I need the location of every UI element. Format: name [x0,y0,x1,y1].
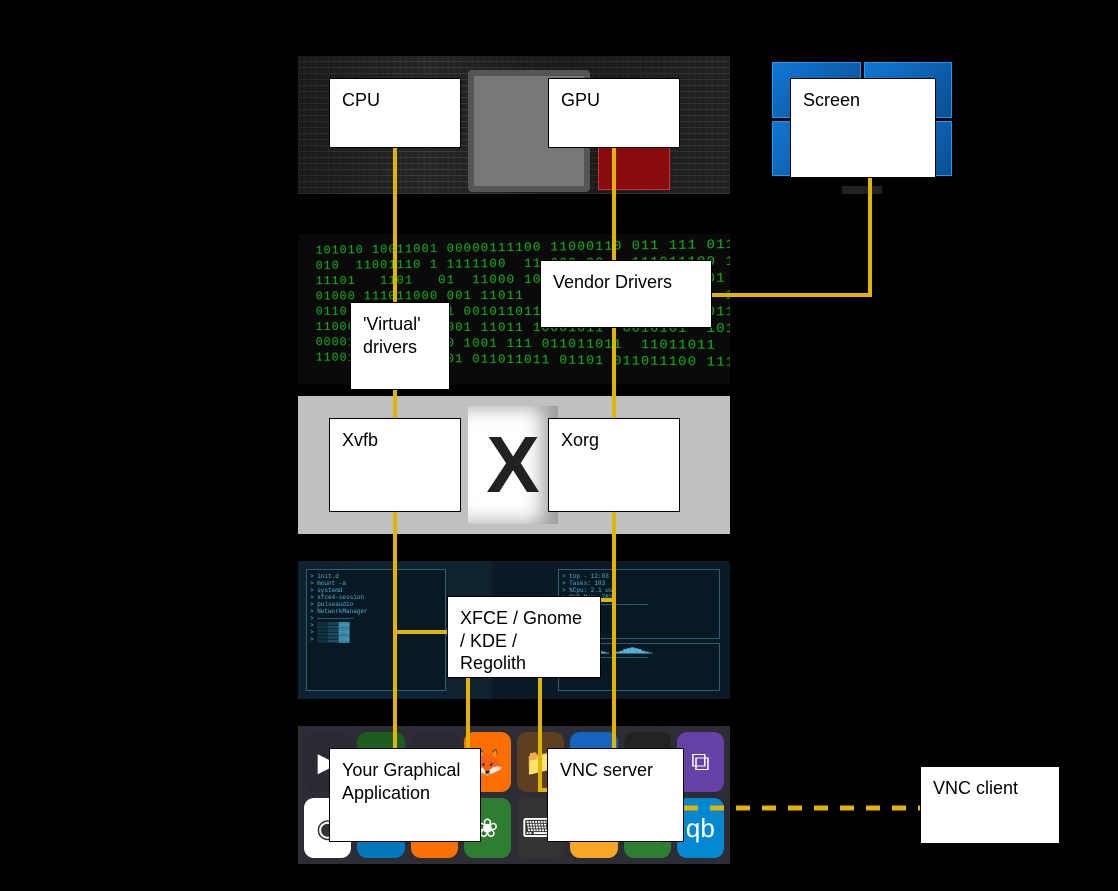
x-logo-illustration: X [468,406,558,524]
node-virtual-drivers-label: 'Virtual' drivers [363,313,421,358]
node-virtual-drivers: 'Virtual' drivers [350,302,450,390]
node-vnc-client: VNC client [920,766,1060,844]
node-desktop-env: XFCE / Gnome / KDE / Regolith [447,596,601,678]
node-your-app: Your Graphical Application [329,748,481,842]
node-vendor-drivers: Vendor Drivers [540,260,712,328]
node-gpu: GPU [548,78,680,148]
node-cpu: CPU [329,78,461,148]
node-xorg: Xorg [548,418,680,512]
node-xvfb-label: Xvfb [342,429,378,452]
node-vnc-server: VNC server [547,748,684,842]
node-cpu-label: CPU [342,89,380,112]
diagram-canvas: 101010 10011001 00000111100 11000110 011… [0,0,1118,891]
node-xorg-label: Xorg [561,429,599,452]
node-your-app-label: Your Graphical Application [342,759,460,804]
node-vnc-server-label: VNC server [560,759,653,782]
node-desktop-env-label: XFCE / Gnome / KDE / Regolith [460,607,588,675]
node-screen: Screen [790,78,936,178]
node-xvfb: Xvfb [329,418,461,512]
edge-vendor-screen [712,178,870,295]
node-vendor-drivers-label: Vendor Drivers [553,271,672,294]
node-screen-label: Screen [803,89,860,112]
node-vnc-client-label: VNC client [933,777,1018,800]
node-gpu-label: GPU [561,89,600,112]
